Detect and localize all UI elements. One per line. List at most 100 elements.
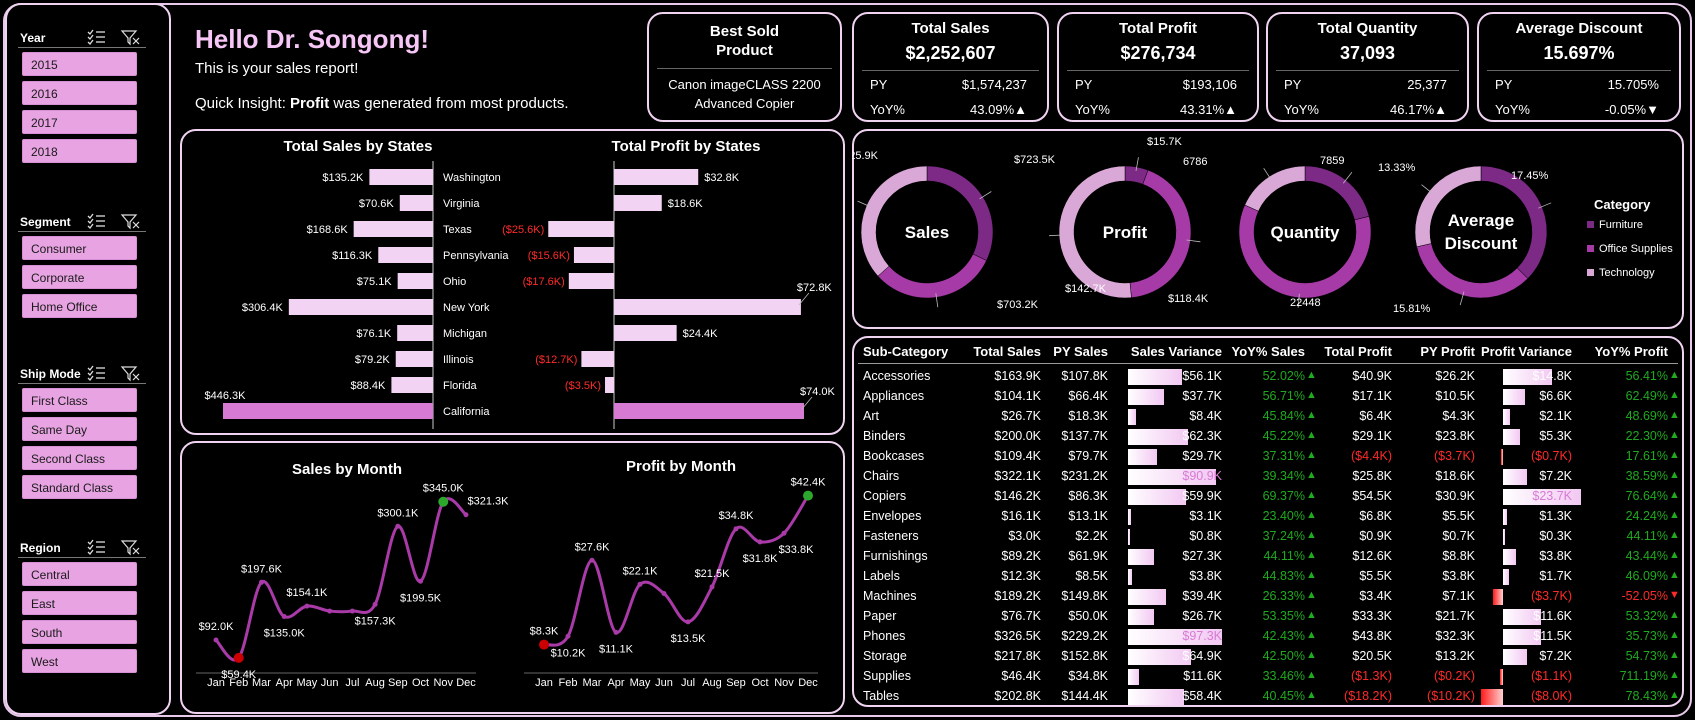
month-point[interactable] bbox=[685, 619, 691, 625]
arrow-up-icon: ▲ bbox=[1014, 102, 1027, 117]
slicer-item-2015[interactable]: 2015 bbox=[22, 52, 137, 76]
sales-state-bar[interactable] bbox=[391, 377, 433, 393]
month-point[interactable] bbox=[733, 526, 739, 532]
table-header-py-profit[interactable]: PY Profit bbox=[1365, 344, 1475, 359]
slicer-item-2017[interactable]: 2017 bbox=[22, 110, 137, 134]
month-point[interactable] bbox=[803, 490, 813, 501]
slicer-item-south[interactable]: South bbox=[22, 620, 137, 644]
month-point[interactable] bbox=[438, 496, 449, 507]
slicer-item-east[interactable]: East bbox=[22, 591, 137, 615]
sales-state-bar[interactable] bbox=[378, 247, 433, 263]
profit-state-bar[interactable] bbox=[614, 195, 662, 211]
month-point[interactable] bbox=[637, 581, 643, 587]
arrow-down-icon: ▼ bbox=[1646, 102, 1659, 117]
multi-select-icon[interactable] bbox=[87, 364, 107, 382]
month-point[interactable] bbox=[613, 629, 619, 635]
profit-month-line[interactable] bbox=[543, 494, 810, 647]
slicer-title: Region bbox=[20, 541, 61, 555]
table-header-profit-variance[interactable]: Profit Variance bbox=[1462, 344, 1572, 359]
profit-state-bar[interactable] bbox=[614, 403, 804, 419]
profit-state-bar[interactable] bbox=[614, 169, 699, 185]
month-point[interactable] bbox=[233, 652, 244, 663]
donut-value-label: 22448 bbox=[1290, 297, 1321, 309]
sales-state-bar[interactable] bbox=[369, 169, 433, 185]
slicer-item-same-day[interactable]: Same Day bbox=[22, 417, 137, 441]
month-point[interactable] bbox=[589, 557, 595, 563]
month-point[interactable] bbox=[709, 584, 715, 590]
profit-state-bar[interactable] bbox=[568, 273, 614, 289]
clear-filter-icon[interactable] bbox=[120, 364, 140, 382]
sales-state-bar[interactable] bbox=[397, 273, 433, 289]
sales-state-bar[interactable] bbox=[223, 403, 433, 419]
sales-state-bar[interactable] bbox=[288, 299, 433, 315]
month-value-label: $199.5K bbox=[400, 592, 442, 604]
slicer-item-standard-class[interactable]: Standard Class bbox=[22, 475, 137, 499]
legend-item-furniture[interactable]: Furniture bbox=[1599, 219, 1643, 231]
sales-month-line[interactable] bbox=[214, 497, 468, 662]
profit-state-bar[interactable] bbox=[614, 325, 677, 341]
month-point[interactable] bbox=[258, 579, 264, 585]
profit-state-bar[interactable] bbox=[573, 247, 614, 263]
legend-item-office-supplies[interactable]: Office Supplies bbox=[1599, 243, 1673, 255]
donut-slice-office-supplies[interactable] bbox=[1238, 204, 1372, 299]
month-point[interactable] bbox=[372, 601, 378, 607]
sales-state-bar[interactable] bbox=[353, 221, 433, 237]
cell-yoy-sales: 33.46% bbox=[1262, 669, 1305, 683]
slicer-item-second-class[interactable]: Second Class bbox=[22, 446, 137, 470]
month-point[interactable] bbox=[781, 530, 787, 536]
donut-slice-furniture[interactable] bbox=[1304, 165, 1370, 221]
multi-select-icon[interactable] bbox=[87, 212, 107, 230]
month-point[interactable] bbox=[463, 512, 469, 518]
slicer-item-consumer[interactable]: Consumer bbox=[22, 236, 137, 260]
cell-py-sales: $86.3K bbox=[1068, 489, 1108, 503]
sales-state-bar[interactable] bbox=[395, 351, 433, 367]
month-point[interactable] bbox=[349, 608, 355, 614]
table-header-py-sales[interactable]: PY Sales bbox=[998, 344, 1108, 359]
slicer-item-home-office[interactable]: Home Office bbox=[22, 294, 137, 318]
slicer-item-2016[interactable]: 2016 bbox=[22, 81, 137, 105]
month-point[interactable] bbox=[395, 523, 401, 529]
legend-item-technology[interactable]: Technology bbox=[1599, 267, 1655, 279]
profit-state-bar[interactable] bbox=[581, 351, 614, 367]
month-point[interactable] bbox=[304, 603, 310, 609]
profit-state-bar[interactable] bbox=[548, 221, 614, 237]
slicer-item-first-class[interactable]: First Class bbox=[22, 388, 137, 412]
sales-state-bar[interactable] bbox=[399, 195, 433, 211]
month-point[interactable] bbox=[418, 578, 424, 584]
slicer-item-2018[interactable]: 2018 bbox=[22, 139, 137, 163]
month-tick-label: Nov bbox=[774, 677, 794, 689]
cell-yoy-profit: 76.64% bbox=[1625, 489, 1668, 503]
sales-state-bar[interactable] bbox=[397, 325, 433, 341]
month-point[interactable] bbox=[213, 637, 219, 643]
month-point[interactable] bbox=[757, 539, 763, 545]
sales-month-title: Sales by Month bbox=[292, 461, 402, 478]
donut-value-label: 17.45% bbox=[1511, 170, 1549, 182]
donut-value-label: $118.4K bbox=[1168, 293, 1209, 305]
donut-slice-technology[interactable] bbox=[860, 165, 928, 277]
profit-state-bar[interactable] bbox=[614, 299, 801, 315]
month-point[interactable] bbox=[281, 614, 287, 620]
month-tick-label: Jul bbox=[345, 677, 359, 689]
cell-profit-variance: $6.6K bbox=[1539, 389, 1572, 403]
month-point[interactable] bbox=[661, 590, 667, 596]
clear-filter-icon[interactable] bbox=[120, 28, 140, 46]
slicer-item-central[interactable]: Central bbox=[22, 562, 137, 586]
clear-filter-icon[interactable] bbox=[120, 212, 140, 230]
table-header-yoy-profit[interactable]: YoY% Profit bbox=[1558, 344, 1668, 359]
month-point[interactable] bbox=[327, 608, 333, 614]
donut-value-label: 6786 bbox=[1183, 156, 1207, 168]
profit-state-bar[interactable] bbox=[605, 377, 614, 393]
clear-filter-icon[interactable] bbox=[120, 538, 140, 556]
month-point[interactable] bbox=[565, 633, 571, 639]
month-value-label: $154.1K bbox=[286, 587, 328, 599]
slicer-item-corporate[interactable]: Corporate bbox=[22, 265, 137, 289]
arrow-up-icon: ▲ bbox=[1669, 429, 1680, 441]
multi-select-icon[interactable] bbox=[87, 28, 107, 46]
multi-select-icon[interactable] bbox=[87, 538, 107, 556]
donut-slice-office-supplies[interactable] bbox=[877, 253, 987, 299]
donut-slice-technology[interactable] bbox=[1244, 165, 1306, 212]
month-point[interactable] bbox=[539, 639, 549, 650]
slicer-item-west[interactable]: West bbox=[22, 649, 137, 673]
sales-state-label: $306.4K bbox=[242, 302, 284, 314]
donut-slice-furniture[interactable] bbox=[926, 165, 994, 261]
